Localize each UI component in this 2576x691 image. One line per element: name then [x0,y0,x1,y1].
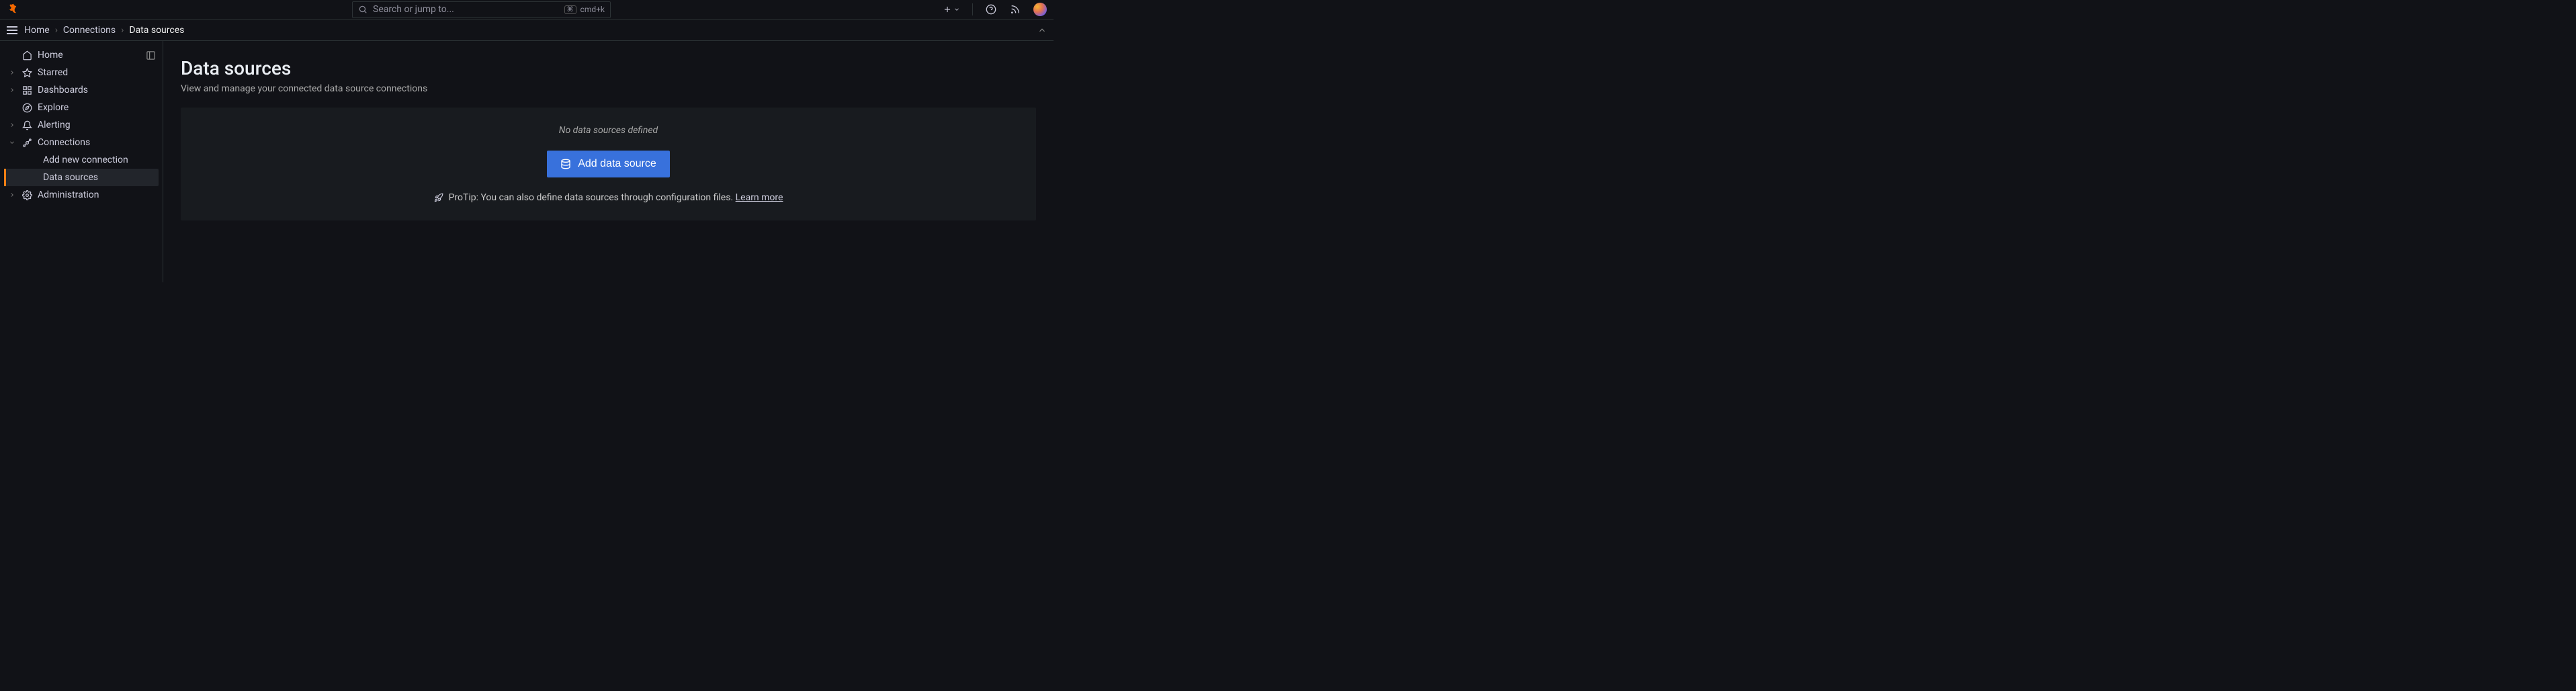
sidebar-item-home[interactable]: Home [4,46,143,64]
sidebar-item-data-sources[interactable]: Data sources [4,169,159,186]
chevron-right-icon[interactable] [8,122,16,128]
kiosk-toggle-icon[interactable] [1037,26,1047,35]
dock-sidebar-icon[interactable] [143,48,159,63]
dashboards-icon [22,85,32,95]
sidebar-item-alerting[interactable]: Alerting [4,116,159,134]
sidebar-item-administration[interactable]: Administration [4,186,159,204]
empty-message: No data sources defined [559,125,658,136]
compass-icon [22,103,32,113]
breadcrumb-current: Data sources [129,25,184,36]
home-icon [22,50,32,60]
chevron-right-icon: › [55,25,58,36]
learn-more-link[interactable]: Learn more [736,192,783,203]
protip-text: ProTip: You can also define data sources… [434,192,783,203]
sidebar-item-label: Connections [38,137,90,148]
database-icon [560,159,571,169]
plug-icon [22,138,32,148]
sidebar-item-starred[interactable]: Starred [4,64,159,81]
chevron-right-icon[interactable] [8,192,16,198]
divider [972,3,973,15]
sidebar-item-label: Add new connection [43,155,128,165]
chevron-right-icon: › [121,25,124,36]
search-shortcut: ⌘ cmd+k [564,5,605,14]
sidebar-item-label: Starred [38,67,68,78]
chevron-right-icon[interactable] [8,87,16,93]
sidebar: Home Starred Dashboards [0,41,163,282]
breadcrumb: Home › Connections › Data sources [24,25,184,36]
breadcrumb-home[interactable]: Home [24,25,50,36]
chevron-down-icon[interactable] [8,139,16,146]
add-data-source-button[interactable]: Add data source [547,151,670,177]
sidebar-item-label: Alerting [38,120,71,130]
main-content: Data sources View and manage your connec… [163,41,1054,282]
search-icon [358,5,368,14]
chevron-right-icon[interactable] [8,69,16,76]
help-icon[interactable] [985,3,997,15]
sidebar-item-label: Dashboards [38,85,88,95]
sidebar-item-label: Explore [38,102,69,113]
sidebar-item-label: Home [38,50,63,60]
button-label: Add data source [578,158,656,170]
sidebar-item-explore[interactable]: Explore [4,99,159,116]
page-subtitle: View and manage your connected data sour… [181,83,1036,94]
sidebar-item-label: Data sources [43,172,98,183]
global-search[interactable]: Search or jump to... ⌘ cmd+k [352,1,611,18]
add-menu-button[interactable] [943,5,960,14]
star-icon [22,68,32,78]
sidebar-item-dashboards[interactable]: Dashboards [4,81,159,99]
sidebar-item-connections[interactable]: Connections [4,134,159,151]
menu-toggle-icon[interactable] [7,26,17,34]
user-avatar[interactable] [1033,3,1047,16]
rocket-icon [434,193,443,202]
bell-icon [22,120,32,130]
breadcrumb-connections[interactable]: Connections [63,25,116,36]
grafana-logo-icon[interactable] [7,3,20,16]
search-placeholder: Search or jump to... [373,4,559,15]
page-title: Data sources [181,57,1036,79]
gear-icon [22,190,32,200]
news-icon[interactable] [1009,3,1021,15]
sidebar-item-add-connection[interactable]: Add new connection [4,151,159,169]
empty-state-panel: No data sources defined Add data source … [181,108,1036,220]
sidebar-item-label: Administration [38,190,99,200]
